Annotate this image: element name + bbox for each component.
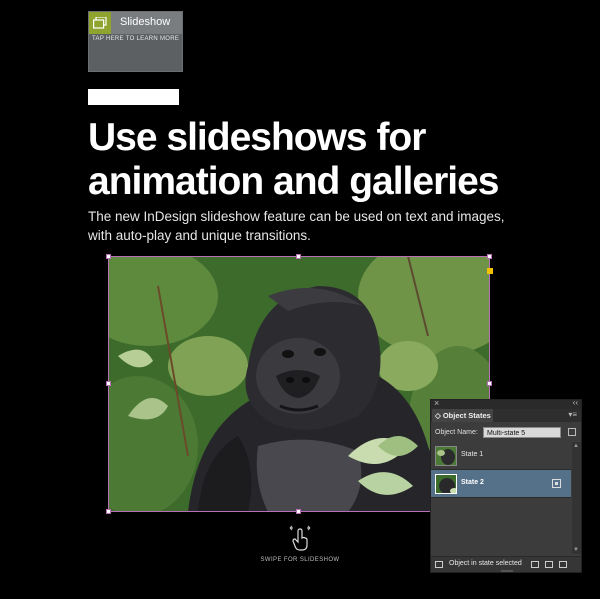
close-icon[interactable]: × xyxy=(434,398,439,408)
panel-footer: Object in state selected xyxy=(431,556,581,572)
panel-title-bar: × ‹‹ xyxy=(431,398,581,409)
collapse-icon[interactable]: ‹‹ xyxy=(573,398,578,407)
preview-icon[interactable] xyxy=(531,561,539,568)
badge-title: Slideshow xyxy=(120,16,171,28)
scroll-up-icon[interactable]: ▲ xyxy=(573,443,579,449)
page-headline: Use slideshows for animation and galleri… xyxy=(88,116,588,204)
intro-paragraph: The new InDesign slideshow feature can b… xyxy=(88,209,505,243)
current-state-icon xyxy=(552,479,561,488)
object-name-button[interactable] xyxy=(568,428,576,436)
new-state-icon[interactable] xyxy=(545,561,553,568)
headline-line-1: Use slideshows for xyxy=(88,116,426,159)
states-list: State 1 State 2 xyxy=(431,442,571,554)
swipe-hint-label: SWIPE FOR SLIDESHOW xyxy=(260,557,340,563)
object-states-panel: × ‹‹ ◇ Object States ▾≡ Object Name: Sta… xyxy=(430,398,582,573)
decorative-bar xyxy=(88,89,179,105)
tab-object-states[interactable]: ◇ Object States xyxy=(432,409,493,422)
frame-anchor-point[interactable] xyxy=(487,268,493,274)
frame-handle-top-middle[interactable] xyxy=(296,254,301,259)
frame-handle-bottom-middle[interactable] xyxy=(296,509,301,514)
hand-swipe-icon xyxy=(289,525,311,556)
badge-learn-more[interactable]: TAP HERE TO LEARN MORE xyxy=(92,36,179,42)
state-row-2[interactable]: State 2 xyxy=(431,470,571,498)
scroll-down-icon[interactable]: ▼ xyxy=(573,547,579,553)
headline-line-2: animation and galleries xyxy=(88,160,499,203)
panel-tab-bar: ◇ Object States ▾≡ xyxy=(431,409,581,422)
object-name-field[interactable] xyxy=(483,427,561,438)
panel-resize-grip[interactable] xyxy=(501,570,513,572)
delete-state-icon[interactable] xyxy=(559,561,567,568)
frame-handle-top-left[interactable] xyxy=(106,254,111,259)
object-name-label: Object Name: xyxy=(435,429,478,436)
frame-handle-middle-left[interactable] xyxy=(106,381,111,386)
states-scrollbar[interactable]: ▲ ▼ xyxy=(572,442,581,554)
convert-to-object-icon[interactable] xyxy=(435,561,443,568)
frame-handle-middle-right[interactable] xyxy=(487,381,492,386)
slideshow-icon xyxy=(89,12,111,34)
state-thumbnail xyxy=(435,474,457,494)
frame-handle-bottom-left[interactable] xyxy=(106,509,111,514)
frame-handle-top-right[interactable] xyxy=(487,254,492,259)
slideshow-badge[interactable]: Slideshow TAP HERE TO LEARN MORE xyxy=(88,11,183,72)
state-label: State 1 xyxy=(461,451,484,458)
state-row-1[interactable]: State 1 xyxy=(431,442,571,470)
panel-menu-icon[interactable]: ▾≡ xyxy=(568,410,577,419)
panel-status-text: Object in state selected xyxy=(449,560,522,567)
state-thumbnail xyxy=(435,446,457,466)
state-label: State 2 xyxy=(461,479,484,486)
